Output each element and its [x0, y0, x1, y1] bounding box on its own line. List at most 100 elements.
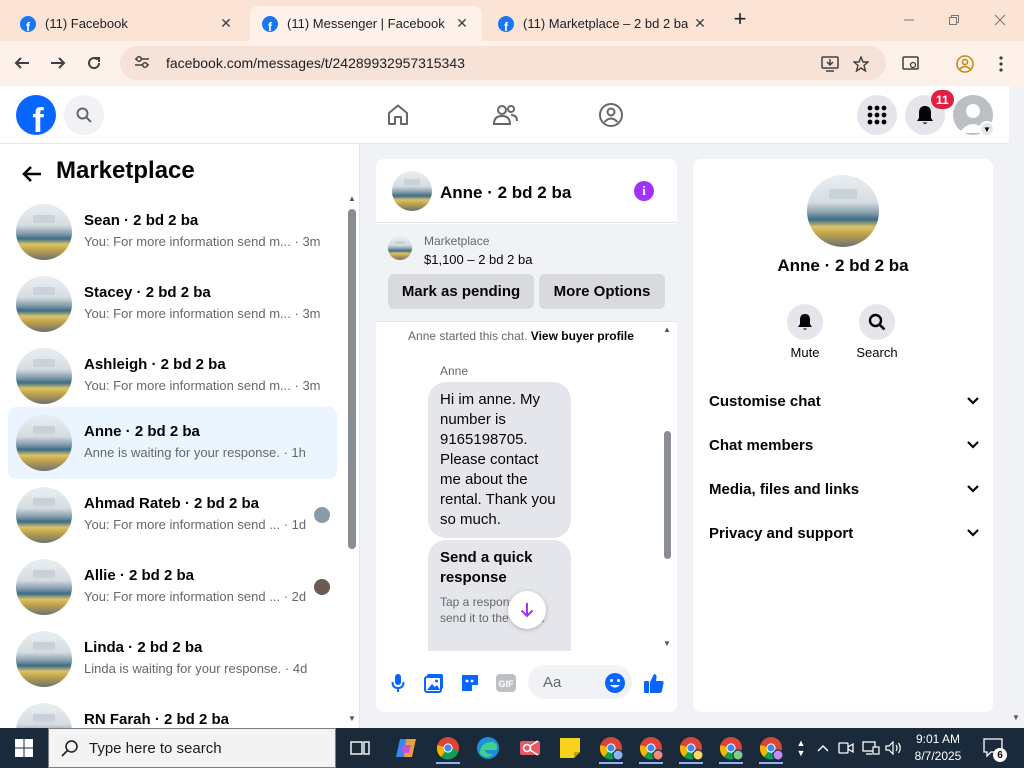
groups-icon[interactable]	[597, 101, 625, 129]
chat-title[interactable]: Anne · 2 bd 2 ba	[440, 183, 571, 203]
windows-start-icon[interactable]	[0, 728, 48, 768]
search-label: Search	[856, 345, 898, 360]
view-buyer-profile-link[interactable]: View buyer profile	[531, 329, 634, 343]
notification-center-icon[interactable]	[980, 728, 1008, 768]
more-options-button[interactable]: More Options	[539, 274, 665, 309]
chrome-profile-2-icon[interactable]	[631, 732, 671, 764]
back-icon[interactable]	[10, 51, 34, 75]
address-bar[interactable]: facebook.com/messages/t/2428993295731534…	[120, 46, 886, 80]
customise-chat-section[interactable]: Customise chat	[709, 381, 979, 421]
friends-icon[interactable]	[491, 101, 519, 129]
browser-menu-icon[interactable]	[990, 53, 1012, 75]
site-settings-icon[interactable]	[134, 55, 152, 72]
chat-members-section[interactable]: Chat members	[709, 425, 979, 465]
new-tab-button[interactable]: +	[728, 8, 752, 32]
meet-now-icon[interactable]	[836, 728, 856, 768]
profile-icon[interactable]	[954, 53, 976, 75]
forward-icon[interactable]	[46, 51, 70, 75]
seen-avatar	[314, 507, 330, 523]
facebook-search-button[interactable]	[64, 95, 104, 135]
emoji-icon[interactable]	[603, 671, 627, 695]
tab-close-icon[interactable]: ✕	[454, 15, 470, 32]
snipping-tool-icon[interactable]	[510, 732, 550, 764]
search-chat-button[interactable]: Search	[847, 304, 907, 360]
chrome-profile-5-icon[interactable]	[751, 732, 791, 764]
home-icon[interactable]	[384, 101, 412, 129]
taskbar-overflow-scroll[interactable]: ▲ ▼	[793, 728, 809, 768]
tab-search-icon[interactable]	[900, 53, 922, 75]
section-label: Customise chat	[709, 392, 821, 410]
conversation-item-linda[interactable]: Linda · 2 bd 2 ba Linda is waiting for y…	[8, 623, 337, 695]
conversation-item-stacey[interactable]: Stacey · 2 bd 2 ba You: For more informa…	[8, 268, 337, 340]
close-window-icon[interactable]	[980, 6, 1020, 34]
chrome-profile-3-icon[interactable]	[671, 732, 711, 764]
privacy-support-section[interactable]: Privacy and support	[709, 513, 979, 553]
copilot-icon[interactable]	[386, 732, 426, 764]
facebook-header: f	[0, 86, 1009, 144]
chat-started-notice: Anne started this chat. View buyer profi…	[408, 329, 634, 343]
scroll-to-bottom-button[interactable]	[508, 591, 546, 629]
mark-as-pending-button[interactable]: Mark as pending	[388, 274, 534, 309]
section-label: Media, files and links	[709, 480, 860, 498]
browser-tab-facebook[interactable]: f (11) Facebook ✕	[8, 6, 246, 41]
svg-text:GIF: GIF	[499, 679, 515, 689]
conversation-item-allie[interactable]: Allie · 2 bd 2 ba You: For more informat…	[8, 551, 337, 623]
scroll-down-icon[interactable]: ▼	[348, 714, 356, 723]
url-text: facebook.com/messages/t/2428993295731534…	[166, 55, 465, 71]
details-avatar	[807, 175, 879, 247]
listing-photo	[16, 348, 72, 404]
chat-avatar[interactable]	[392, 171, 432, 211]
listing-price[interactable]: $1,100 – 2 bd 2 ba	[424, 252, 532, 267]
sticker-icon[interactable]	[458, 671, 482, 695]
tab-close-icon[interactable]: ✕	[218, 15, 234, 32]
conversation-name: Ahmad Rateb · 2 bd 2 ba	[84, 495, 260, 512]
tab-close-icon[interactable]: ✕	[692, 15, 708, 32]
page-scroll-down-icon[interactable]: ▼	[1012, 713, 1020, 722]
show-hidden-icons-icon[interactable]	[814, 728, 832, 768]
menu-grid-button[interactable]	[857, 95, 897, 135]
info-icon[interactable]: i	[634, 181, 654, 201]
chat-header: Anne · 2 bd 2 ba i	[376, 159, 677, 223]
taskbar-search-box[interactable]: Type here to search	[48, 728, 336, 768]
listing-thumbnail[interactable]	[388, 236, 412, 260]
conversation-item-ahmad[interactable]: Ahmad Rateb · 2 bd 2 ba You: For more in…	[8, 479, 337, 551]
conversation-item-anne[interactable]: Anne · 2 bd 2 ba Anne is waiting for you…	[8, 407, 337, 479]
photo-icon[interactable]	[422, 671, 446, 695]
microphone-icon[interactable]	[386, 671, 410, 695]
edge-icon[interactable]	[468, 732, 508, 764]
bookmark-star-icon[interactable]	[850, 53, 872, 75]
conversation-item-sean[interactable]: Sean · 2 bd 2 ba You: For more informati…	[8, 196, 337, 268]
conversation-item-ashleigh[interactable]: Ashleigh · 2 bd 2 ba You: For more infor…	[8, 340, 337, 412]
network-icon[interactable]	[860, 728, 882, 768]
conversation-item-rn-farah[interactable]: RN Farah · 2 bd 2 ba	[8, 695, 337, 728]
taskbar-clock[interactable]: 9:01 AM 8/7/2025	[900, 731, 976, 765]
install-app-icon[interactable]	[819, 53, 841, 75]
sticky-notes-icon[interactable]	[550, 732, 590, 764]
browser-tab-marketplace[interactable]: f (11) Marketplace – 2 bd 2 ba | F ✕	[486, 6, 720, 41]
search-icon	[868, 313, 886, 331]
facebook-logo-icon[interactable]: f	[16, 95, 56, 135]
reload-icon[interactable]	[82, 51, 106, 75]
scroll-up-icon[interactable]: ▲	[663, 325, 671, 334]
restore-icon[interactable]	[934, 6, 974, 34]
windows-taskbar: Type here to search ▲ ▼ 9:01 AM 8/7/2025…	[0, 728, 1024, 768]
chrome-profile-1-icon[interactable]	[591, 732, 631, 764]
task-view-icon[interactable]	[340, 732, 380, 764]
quick-response-card[interactable]: Send a quick response Tap a response to …	[428, 540, 571, 651]
mute-button[interactable]: Mute	[775, 304, 835, 360]
message-bubble: Hi im anne. My number is 9165198705. Ple…	[428, 382, 571, 538]
chrome-profile-4-icon[interactable]	[711, 732, 751, 764]
like-icon[interactable]	[642, 671, 666, 695]
scroll-down-icon[interactable]: ▼	[663, 639, 671, 648]
chevron-down-icon[interactable]: ▼	[979, 121, 995, 137]
scroll-up-icon[interactable]: ▲	[348, 194, 356, 203]
scrollbar-thumb[interactable]	[664, 431, 671, 559]
minimize-icon[interactable]	[889, 6, 929, 34]
back-arrow-icon[interactable]	[18, 160, 46, 188]
scrollbar-thumb[interactable]	[348, 209, 356, 549]
media-files-links-section[interactable]: Media, files and links	[709, 469, 979, 509]
browser-tab-messenger[interactable]: f (11) Messenger | Facebook ✕	[250, 6, 482, 41]
chrome-app-icon[interactable]	[428, 732, 468, 764]
conversation-name: Ashleigh · 2 bd 2 ba	[84, 356, 226, 373]
listing-photo	[16, 415, 72, 471]
